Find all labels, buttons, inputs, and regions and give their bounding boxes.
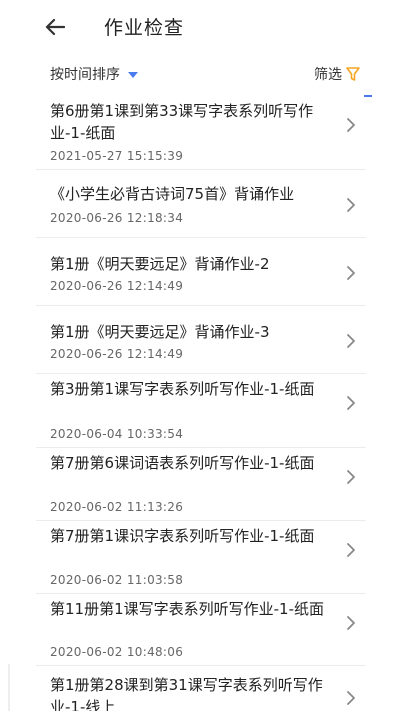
homework-list: 第6册第1课到第33课写字表系列听写作业-1-纸面 2021-05-27 15:… — [36, 96, 366, 711]
divider — [8, 664, 10, 711]
list-item[interactable]: 第3册第1课写字表系列听写作业-1-纸面 2020-06-04 10:33:54 — [36, 374, 366, 448]
list-item[interactable]: 第6册第1课到第33课写字表系列听写作业-1-纸面 2021-05-27 15:… — [36, 96, 366, 170]
page-title: 作业检查 — [104, 17, 185, 39]
list-item[interactable]: 《小学生必背古诗词75首》背诵作业 2020-06-26 12:18:34 — [36, 170, 366, 238]
item-date: 2020-06-02 11:03:58 — [50, 573, 184, 587]
sort-label: 按时间排序 — [50, 67, 120, 83]
chevron-right-icon — [347, 616, 355, 630]
chevron-right-icon — [347, 334, 355, 348]
chevron-right-icon — [347, 543, 355, 557]
item-date: 2021-05-27 15:15:39 — [50, 149, 184, 163]
sort-dropdown[interactable]: 按时间排序 — [50, 64, 138, 84]
list-item[interactable]: 第1册第28课到第31课写字表系列听写作业-1-线上 — [36, 666, 366, 711]
chevron-right-icon — [347, 470, 355, 484]
list-item[interactable]: 第7册第1课识字表系列听写作业-1-纸面 2020-06-02 11:03:58 — [36, 521, 366, 594]
item-date: 2020-06-26 12:14:49 — [50, 279, 184, 293]
back-button[interactable] — [40, 12, 70, 42]
chevron-right-icon — [347, 118, 355, 132]
funnel-icon — [346, 67, 360, 81]
item-date: 2020-06-04 10:33:54 — [50, 427, 184, 441]
item-title: 第6册第1课到第33课写字表系列听写作业-1-纸面 — [50, 102, 314, 142]
item-title: 第7册第1课识字表系列听写作业-1-纸面 — [50, 527, 315, 545]
item-title: 《小学生必背古诗词75首》背诵作业 — [50, 185, 295, 203]
item-date: 2020-06-02 10:48:06 — [50, 645, 184, 659]
chevron-right-icon — [347, 198, 355, 212]
item-title: 第3册第1课写字表系列听写作业-1-纸面 — [50, 380, 315, 398]
item-date: 2020-06-26 12:14:49 — [50, 347, 184, 361]
caret-down-icon — [128, 72, 138, 78]
item-title: 第1册第28课到第31课写字表系列听写作业-1-线上 — [50, 676, 323, 711]
item-title: 第11册第1课写字表系列听写作业-1-纸面 — [50, 600, 325, 618]
app-bar: 作业检查 — [0, 0, 400, 52]
item-title: 第1册《明天要远足》背诵作业-2 — [50, 255, 270, 273]
chevron-right-icon — [347, 691, 355, 705]
filter-button[interactable]: 筛选 — [314, 64, 361, 84]
arrow-left-icon — [45, 18, 65, 36]
item-title: 第1册《明天要远足》背诵作业-3 — [50, 323, 270, 341]
item-title: 第7册第6课词语表系列听写作业-1-纸面 — [50, 454, 315, 472]
chevron-right-icon — [347, 266, 355, 280]
list-item[interactable]: 第1册《明天要远足》背诵作业-3 2020-06-26 12:14:49 — [36, 306, 366, 374]
chevron-right-icon — [347, 396, 355, 410]
item-date: 2020-06-02 11:13:26 — [50, 500, 184, 514]
filter-label: 筛选 — [314, 67, 342, 83]
list-item[interactable]: 第1册《明天要远足》背诵作业-2 2020-06-26 12:14:49 — [36, 238, 366, 306]
filter-bar: 按时间排序 筛选 — [0, 52, 400, 97]
list-item[interactable]: 第7册第6课词语表系列听写作业-1-纸面 2020-06-02 11:13:26 — [36, 448, 366, 521]
item-date: 2020-06-26 12:18:34 — [50, 211, 184, 225]
list-item[interactable]: 第11册第1课写字表系列听写作业-1-纸面 2020-06-02 10:48:0… — [36, 594, 366, 666]
